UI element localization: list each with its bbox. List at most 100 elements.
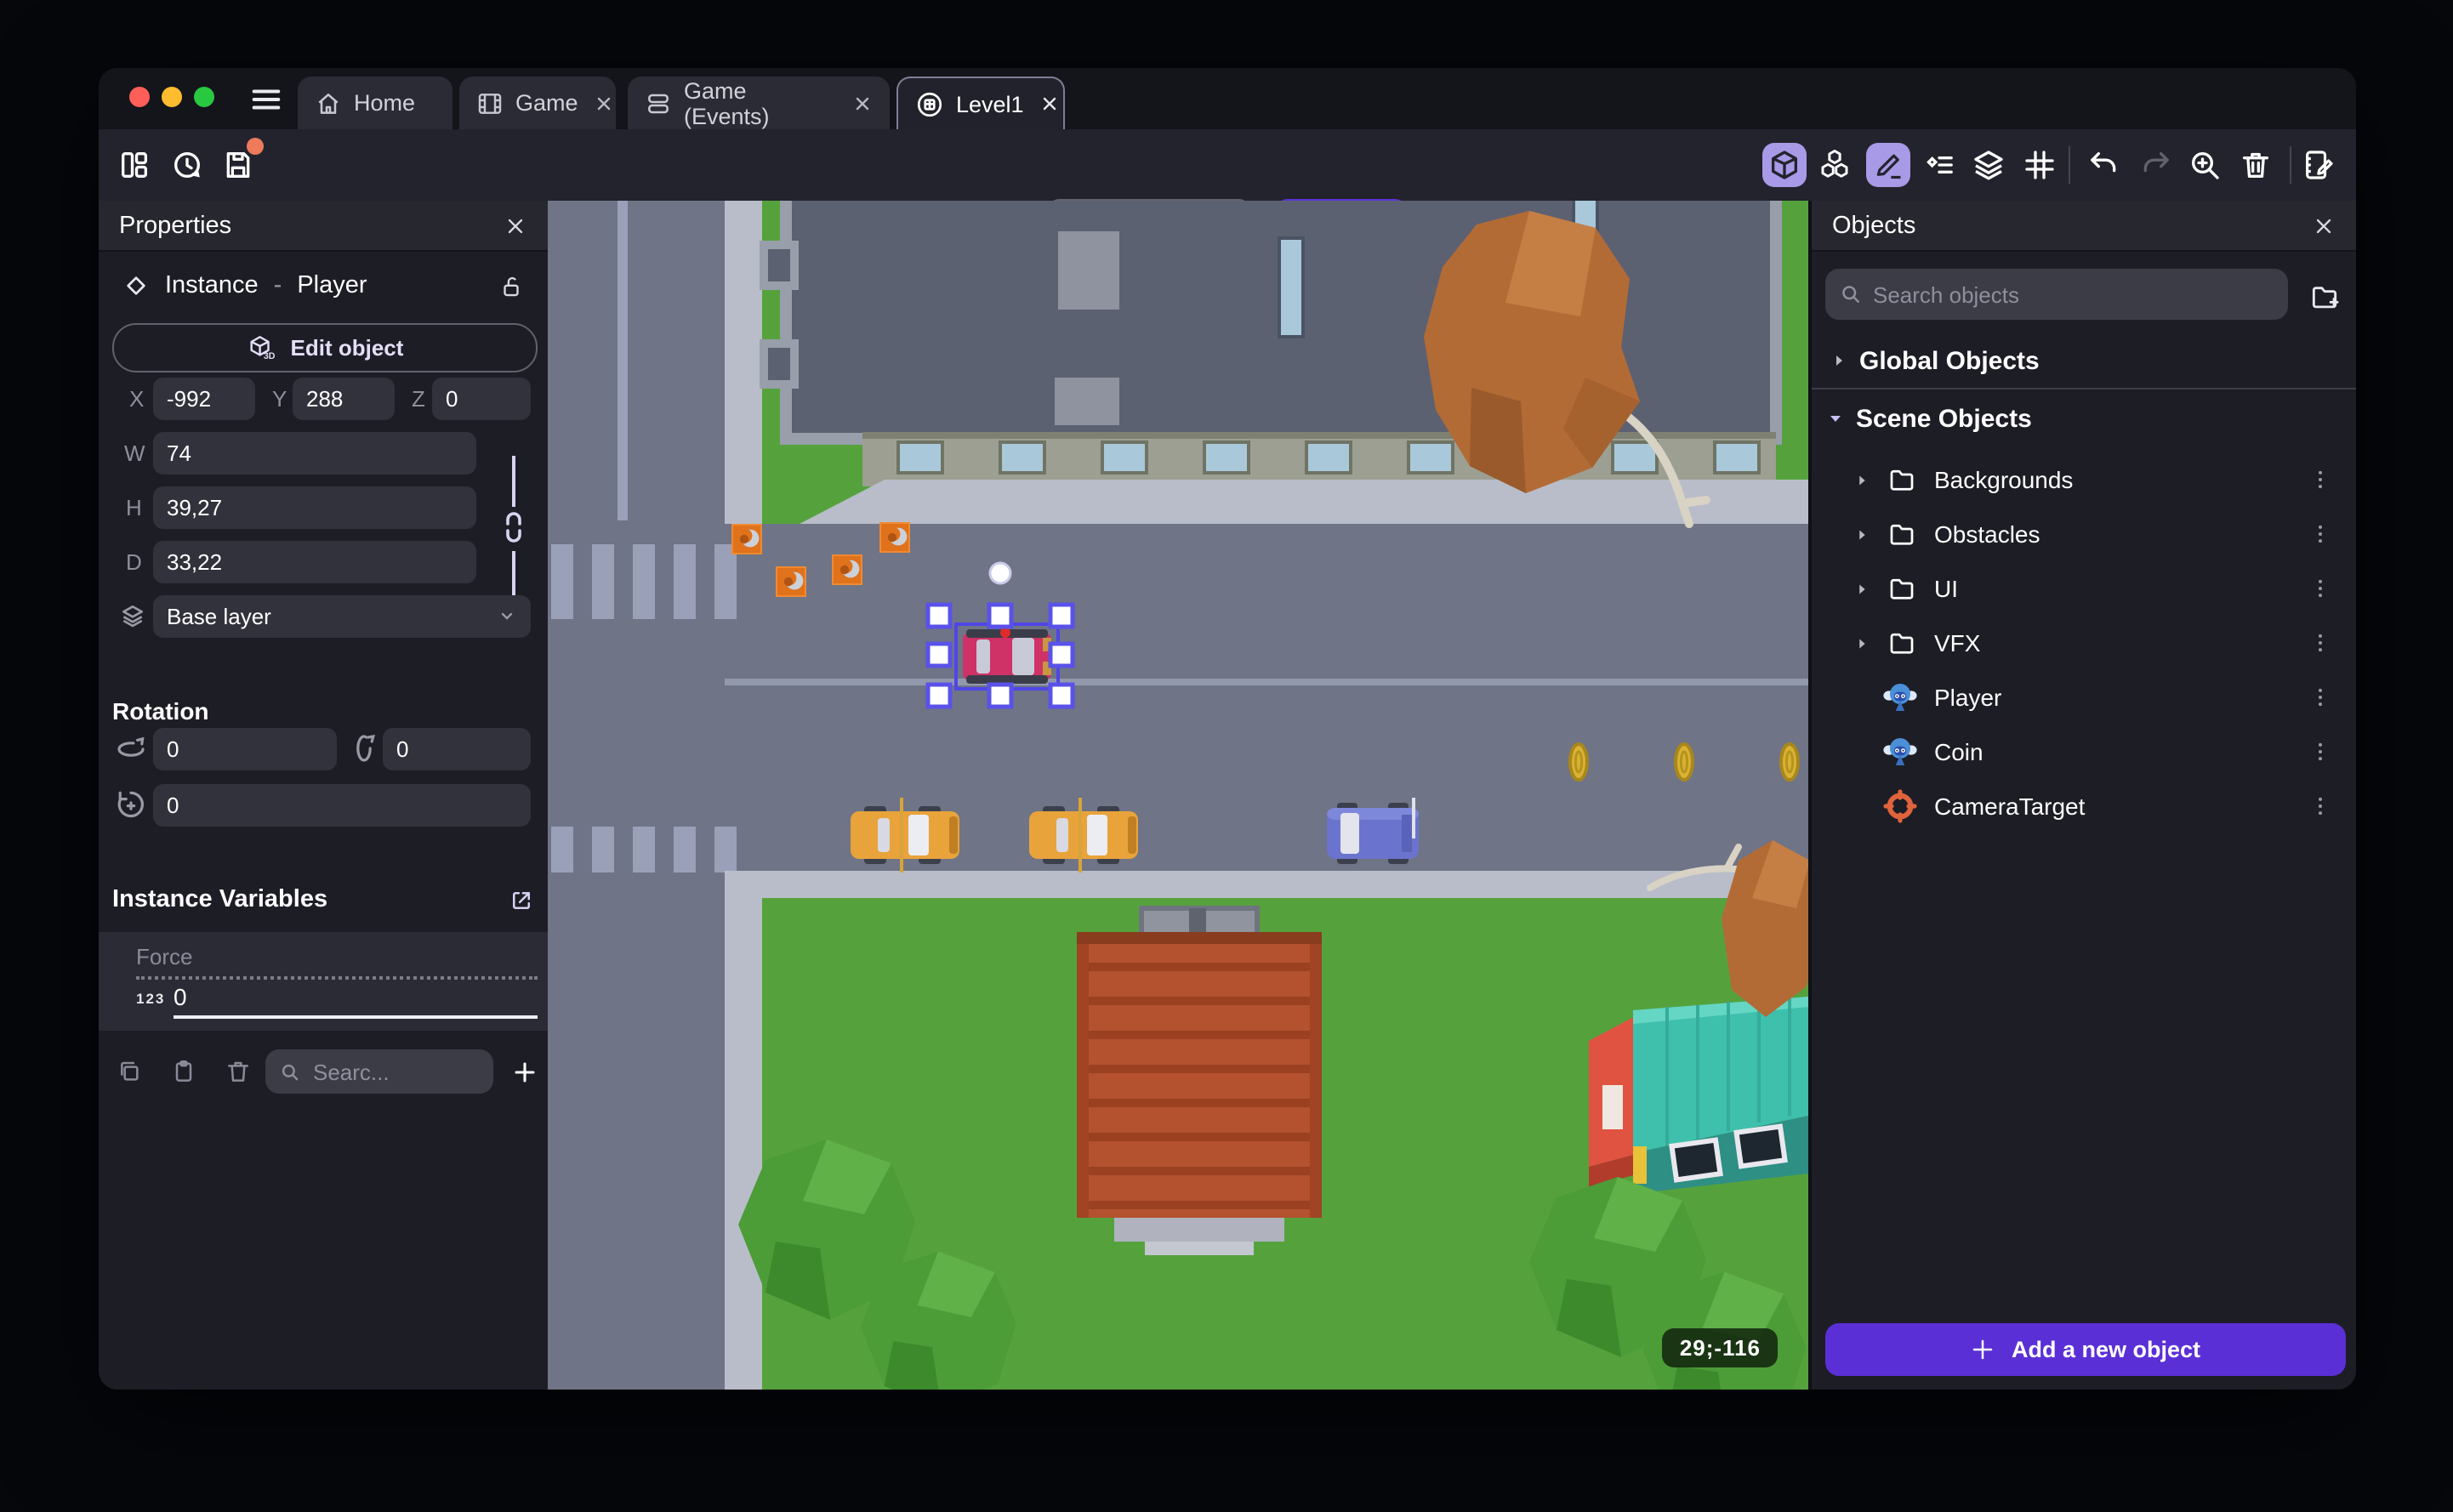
edit-scene-properties-button[interactable] [2296,143,2341,187]
x-input[interactable] [153,377,255,419]
add-folder-icon[interactable] [2308,281,2341,313]
grid-button[interactable] [2018,143,2062,187]
teal-building[interactable] [1589,997,1808,1194]
tab-close-icon[interactable] [594,93,614,113]
edit-object-button[interactable]: 3D Edit object [112,323,538,372]
layer-select[interactable]: Base layer [153,594,531,637]
unlock-icon[interactable] [498,273,524,298]
add-new-object-button[interactable]: Add a new object [1825,1323,2346,1376]
instances-list-button[interactable] [1917,143,1961,187]
tab-close-icon[interactable] [1039,94,1060,114]
copy-icon[interactable] [116,1058,143,1085]
tab-home[interactable]: Home [298,77,452,129]
object-item-coin[interactable]: Coin [1812,725,2356,779]
open-in-new-icon[interactable] [509,887,534,912]
object-label: VFX [1934,629,1981,657]
instance-variables-header: Instance Variables [112,886,534,913]
caret-right-icon [1853,634,1871,652]
kebab-menu-icon[interactable] [2308,794,2332,818]
scene-render [548,201,1808,1390]
objects-view-button[interactable] [1812,143,1856,187]
object-label: CameraTarget [1934,793,2086,820]
close-icon[interactable] [504,213,527,237]
scene-icon [915,89,944,118]
object-folder-ui[interactable]: UI [1812,561,2356,616]
object-label: Backgrounds [1934,466,2074,493]
save-button[interactable] [216,138,264,187]
toggle-3d-view-button[interactable] [1762,143,1807,187]
redo-button[interactable] [2133,143,2177,187]
height-input[interactable] [153,486,476,528]
rotate-x-icon [116,733,146,764]
chevron-down-icon [497,605,517,626]
edit-mode-button[interactable] [1866,143,1910,187]
kebab-menu-icon[interactable] [2308,522,2332,546]
y-input[interactable] [293,377,395,419]
delete-button[interactable] [2234,143,2278,187]
close-icon[interactable] [2312,213,2336,237]
tab-game[interactable]: Game [459,77,616,129]
rotation-title: Rotation [112,697,209,725]
sidewalk-left-column [725,871,762,1390]
kebab-menu-icon[interactable] [2308,740,2332,764]
history-button[interactable] [165,143,209,187]
variable-name[interactable]: Force [136,944,538,980]
object-folder-vfx[interactable]: VFX [1812,616,2356,670]
undo-button[interactable] [2082,143,2126,187]
variable-value[interactable]: 0 [174,983,538,1019]
traffic-light-minimize[interactable] [162,87,182,107]
object-item-player[interactable]: Player [1812,670,2356,725]
svg-text:3D: 3D [263,351,275,361]
object-folder-obstacles[interactable]: Obstacles [1812,507,2356,561]
zoom-in-button[interactable] [2183,143,2227,187]
rotation-y-input[interactable] [383,727,531,770]
layers-button[interactable] [1966,143,2011,187]
apartment-building[interactable] [760,201,1808,524]
link-chain-icon[interactable] [500,510,527,544]
rotation-handle[interactable] [988,561,1012,585]
paste-icon[interactable] [170,1058,197,1085]
global-objects-section[interactable]: Global Objects [1812,337,2356,384]
traffic-light-close[interactable] [129,87,150,107]
rotate-z-icon [116,789,146,820]
object-label: Player [1934,684,2002,711]
object-item-cameratarget[interactable]: CameraTarget [1812,779,2356,833]
kebab-menu-icon[interactable] [2308,577,2332,600]
traffic-light-zoom[interactable] [194,87,214,107]
z-input[interactable] [432,377,531,419]
scene-canvas[interactable]: 29;-116 [548,201,1808,1390]
tab-bar: Home Game Game (Events) Level1 [99,68,2356,129]
brick-building[interactable] [1077,906,1322,1255]
cursor-coordinates-badge: 29;-116 [1662,1328,1778,1367]
kebab-menu-icon[interactable] [2308,631,2332,655]
tab-game-events[interactable]: Game (Events) [628,77,890,129]
tab-level1[interactable]: Level1 [896,77,1065,129]
layer-value: Base layer [167,603,271,628]
folder-icon [1887,628,1917,658]
instance-object-name: Player [297,272,367,299]
section-label: Global Objects [1859,346,2040,375]
width-input[interactable] [153,431,476,474]
objects-search-input[interactable] [1825,269,2288,320]
depth-input[interactable] [153,540,476,583]
scene-objects-section[interactable]: Scene Objects [1812,395,2356,442]
caret-right-icon [1853,579,1871,598]
kebab-menu-icon[interactable] [2308,685,2332,709]
tab-close-icon[interactable] [852,93,873,113]
rotation-z-input[interactable] [153,783,531,826]
events-sheet-icon [645,89,672,117]
object-label: UI [1934,575,1958,602]
search-icon [279,1060,301,1083]
caret-right-icon [1853,525,1871,543]
layout-panels-button[interactable] [112,143,157,187]
object-folder-backgrounds[interactable]: Backgrounds [1812,452,2356,507]
green-tree[interactable] [860,1251,1016,1390]
size-link-line [512,456,515,507]
add-variable-icon[interactable] [510,1057,539,1086]
kebab-menu-icon[interactable] [2308,468,2332,492]
plus-icon [1971,1337,1996,1362]
main-menu-button[interactable] [245,78,286,119]
instance-variables-title: Instance Variables [112,886,328,913]
rotation-x-input[interactable] [153,727,337,770]
trash-icon[interactable] [225,1058,252,1085]
